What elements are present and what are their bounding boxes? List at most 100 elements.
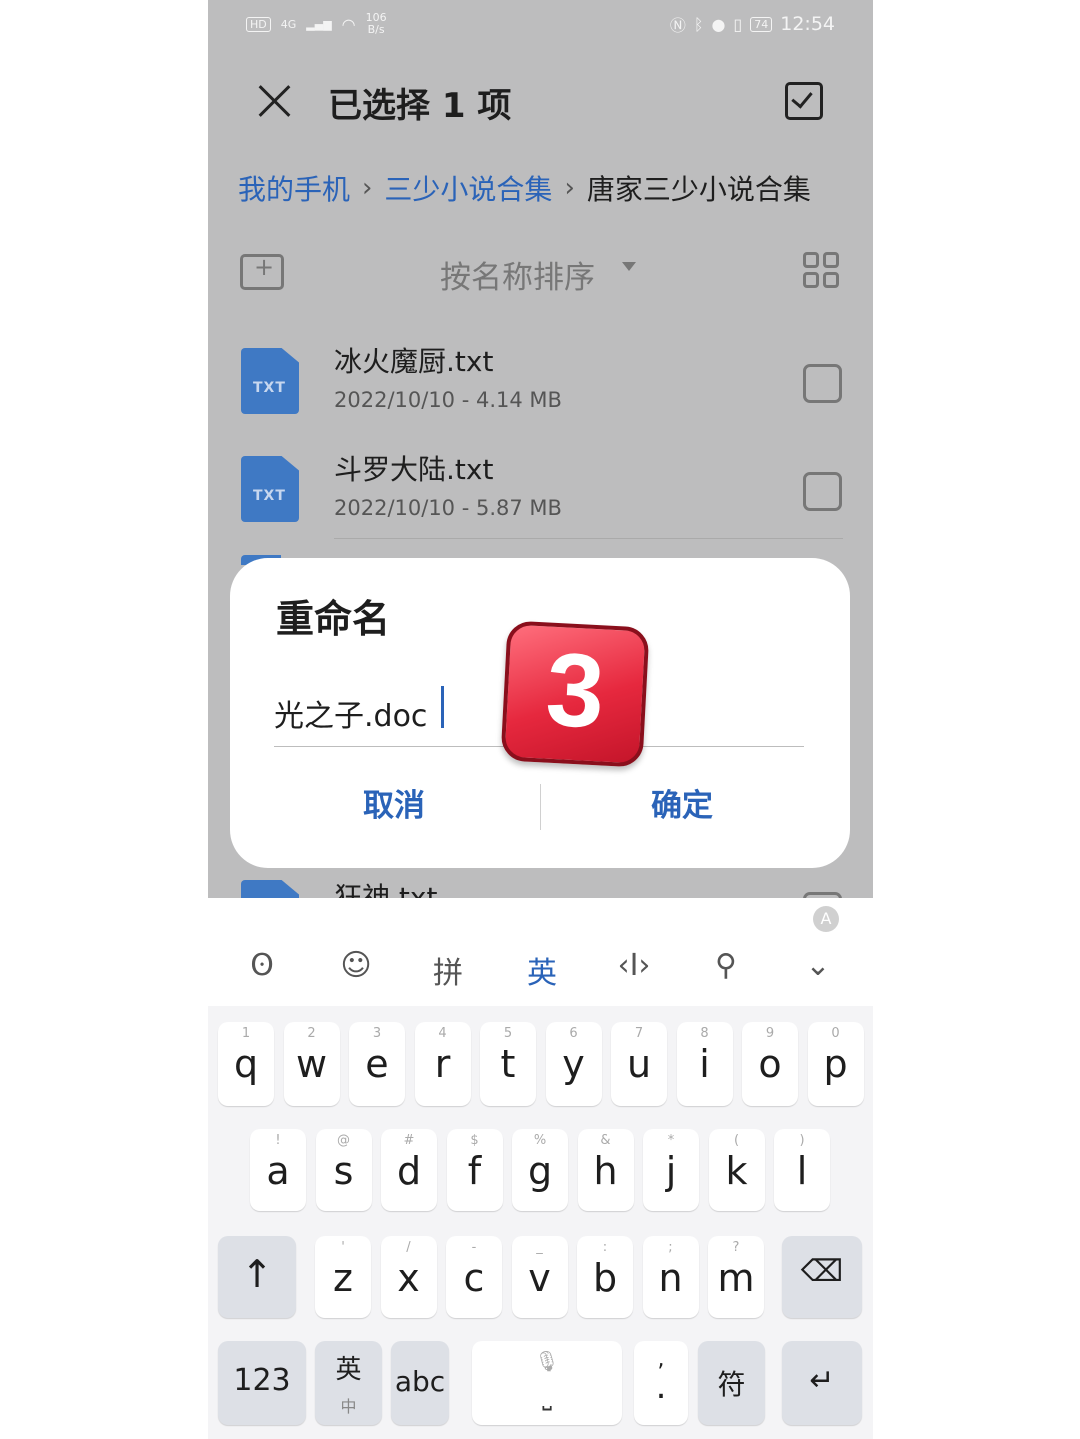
english-mode[interactable]: 英 [512,948,572,992]
confirm-button[interactable]: 确定 [582,780,782,825]
key-letter: z [333,1256,353,1300]
key-hint: ) [799,1133,805,1148]
key-letter: j [665,1149,677,1193]
key-k[interactable]: (k [708,1129,765,1211]
new-folder-icon[interactable] [240,253,284,290]
key-c[interactable]: -c [446,1236,502,1318]
txt-file-icon: TXT [241,348,299,414]
key-o[interactable]: 9o [742,1022,798,1106]
key-x[interactable]: / x [380,1236,437,1318]
search-icon[interactable]: ⚲ [696,948,756,983]
key-hint: 2 [307,1026,316,1041]
key-hint: 1 [241,1026,251,1041]
cancel-button[interactable]: 取消 [294,780,494,825]
key-n[interactable]: ; n [642,1236,699,1318]
key-j[interactable]: * j [643,1129,699,1211]
key-hint: 0 [831,1026,840,1041]
space-key[interactable]: 🎙 ⎵ [472,1341,622,1425]
emoji-icon[interactable]: ☺ [326,948,386,983]
key-g[interactable]: % g [512,1129,568,1211]
key-letter: r [434,1042,451,1086]
file-meta: 2022/10/10 - 4.14 MB [334,388,562,412]
key-hint: / [406,1240,411,1255]
file-checkbox[interactable] [803,472,842,511]
status-left: HD 4G ▂▄▆ ◠ 106 B/s [246,12,387,36]
key-y[interactable]: 6y [545,1022,602,1106]
breadcrumb-item-collection[interactable]: 三少小说合集 [384,168,552,208]
du-bear-icon[interactable]: ʘ [232,948,292,983]
file-name: 斗罗大陆.txt [334,453,494,486]
key-w[interactable]: 2w [283,1022,340,1106]
key-v[interactable]: _ v [511,1236,568,1318]
key-hint: 9 [765,1026,775,1041]
close-icon[interactable] [256,82,292,118]
key-hint: ; [668,1240,673,1255]
key-p[interactable]: 0p [807,1022,864,1106]
key-m[interactable]: ? m [708,1236,764,1318]
bluetooth-icon: ᛒ [693,14,704,34]
key-q[interactable]: 1q [218,1022,274,1106]
key-hint: $ [470,1133,479,1148]
key-letter: g [527,1149,553,1193]
key-letter: u [626,1042,652,1086]
pinyin-mode[interactable]: 拼 [418,948,478,992]
key-h[interactable]: & h [577,1129,634,1211]
key-hint: 6 [569,1026,578,1041]
key-hint: ( [733,1133,740,1148]
key-t[interactable]: 5t [480,1022,536,1106]
key-hint: ? [732,1240,740,1255]
enter-key[interactable]: ↵ [782,1341,862,1425]
key-s[interactable]: @ s [315,1129,372,1211]
key-b[interactable]: :b [577,1236,633,1318]
space-bar-icon: ⎵ [542,1383,552,1411]
sort-dropdown[interactable]: 按名称排序 [440,252,595,297]
cursor-move-icon[interactable]: ‹I› [604,948,664,983]
file-icon-label: TXT [253,488,286,504]
symbols-key-label: 符 [717,1368,746,1401]
key-e[interactable]: 3e [349,1022,405,1106]
file-checkbox[interactable] [803,364,842,403]
numbers-key[interactable]: 123 [218,1341,306,1425]
language-key-top: 英 [335,1355,362,1385]
key-letter: w [295,1042,328,1086]
file-row[interactable]: TXT 斗罗大陆.txt 2022/10/10 - 5.87 MB [208,442,873,542]
shift-key[interactable]: ↑ [218,1236,296,1318]
key-letter: b [592,1256,618,1300]
key-u[interactable]: 7u [611,1022,667,1106]
selection-title: 已选择 1 项 [328,86,512,126]
network-label: 4G [280,17,297,31]
battery-indicator: 74 [750,16,773,32]
file-row[interactable]: TXT 冰火魔厨.txt 2022/10/10 - 4.14 MB [208,334,873,434]
txt-file-icon [241,880,299,898]
key-hint: : [602,1240,608,1255]
breadcrumb-item-phone[interactable]: 我的手机 [238,168,350,208]
abc-key[interactable]: abc [391,1341,449,1425]
key-letter: d [396,1149,422,1193]
key-f[interactable]: $ f [446,1129,503,1211]
punctuation-key[interactable]: , . [634,1341,688,1425]
key-a[interactable]: ! a [250,1129,306,1211]
list-toolbar: 按名称排序 [208,248,873,298]
file-row[interactable]: 狂神.txt [208,872,873,898]
caret-down-icon[interactable] [622,262,636,271]
symbols-key[interactable]: 符 [698,1341,765,1425]
key-r[interactable]: 4r [414,1022,471,1106]
key-z[interactable]: ' z [315,1236,371,1318]
key-letter: h [593,1149,618,1193]
divider [334,538,843,539]
key-l[interactable]: ) l [774,1129,830,1211]
backspace-key[interactable]: ⌫ [782,1236,862,1318]
select-all-icon[interactable] [785,82,823,120]
key-i[interactable]: 8i [676,1022,733,1106]
collapse-keyboard-icon[interactable]: ⌄ [788,948,848,983]
enter-icon: ↵ [809,1363,835,1398]
key-hint: 5 [503,1026,513,1041]
key-d[interactable]: # d [381,1129,437,1211]
language-key[interactable]: 英 中 [315,1341,382,1425]
status-right: Ⓝ ᛒ ● ▯ 74 12:54 [670,12,835,36]
key-hint: - [471,1240,477,1255]
signal-icon: ▂▄▆ [306,17,332,31]
grid-view-icon[interactable] [803,252,839,288]
key-hint: % [533,1133,547,1148]
net-speed-unit: B/s [367,23,385,36]
